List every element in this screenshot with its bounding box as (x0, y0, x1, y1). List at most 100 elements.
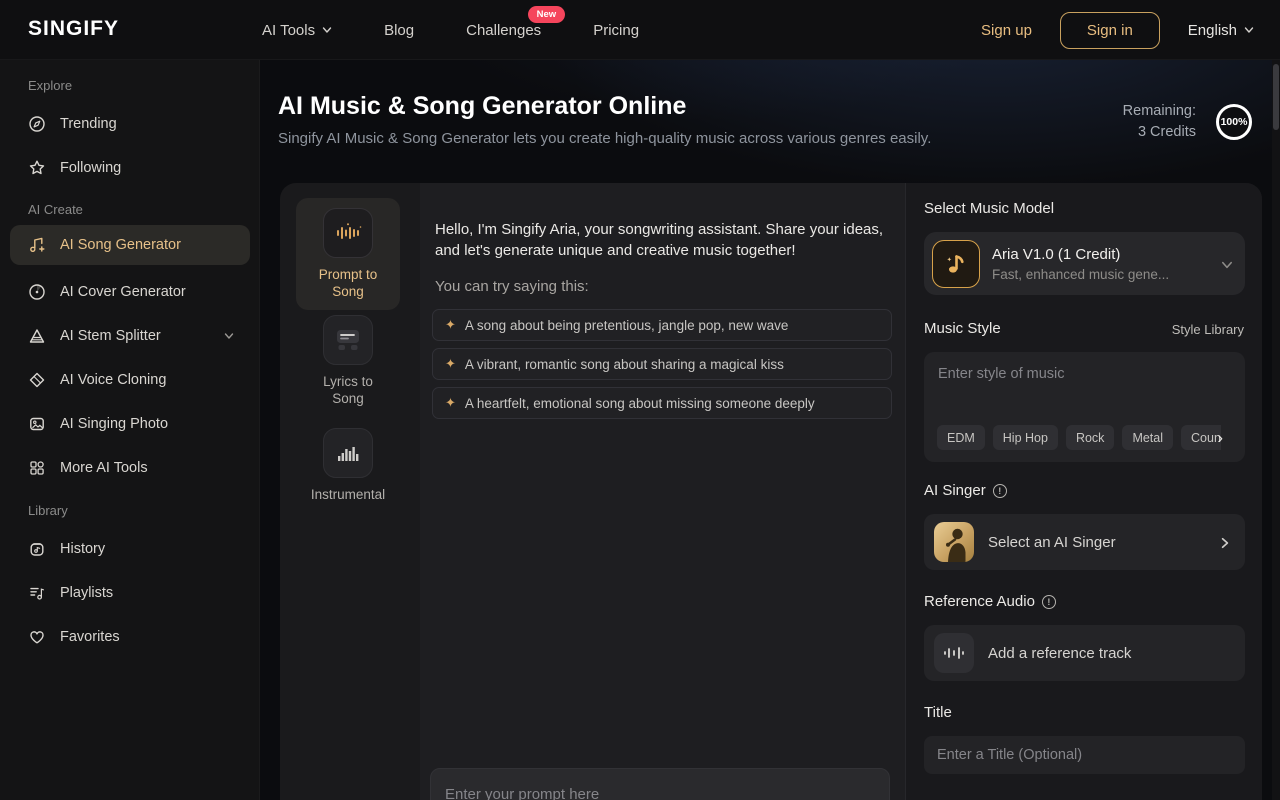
playlist-icon (28, 584, 46, 602)
singer-avatar-icon (934, 522, 974, 562)
sidebar-item-trending[interactable]: Trending (10, 106, 250, 142)
top-nav: SINGIFY AI Tools Blog Challenges New Pri… (0, 0, 1280, 60)
style-input-box: EDM Hip Hop Rock Metal Country › (924, 352, 1245, 462)
page-scrollbar[interactable] (1272, 60, 1280, 800)
style-tag[interactable]: Country (1181, 425, 1221, 450)
credits-value: 3 Credits (1123, 122, 1196, 143)
credits-progress-ring: 100% (1216, 104, 1252, 140)
tab-instrumental[interactable]: Instrumental (296, 428, 400, 503)
prompt-input[interactable] (431, 769, 889, 800)
try-saying-label: You can try saying this: (435, 278, 589, 295)
settings-panel: Select Music Model Aria V1.0 (1 Credit) … (905, 183, 1262, 800)
heart-icon (28, 628, 46, 646)
signup-link[interactable]: Sign up (981, 22, 1032, 39)
logo[interactable]: SINGIFY (28, 17, 119, 41)
page-subtitle: Singify AI Music & Song Generator lets y… (278, 130, 931, 147)
sparkle-icon: ✦ (445, 356, 456, 372)
equalizer-icon (323, 428, 373, 478)
suggestion-item[interactable]: ✦ A heartfelt, emotional song about miss… (432, 387, 892, 419)
chevron-down-icon (1244, 25, 1254, 35)
photo-icon (28, 415, 46, 433)
nav-ai-tools[interactable]: AI Tools (262, 22, 332, 39)
style-tag[interactable]: Hip Hop (993, 425, 1058, 450)
style-tag-list: EDM Hip Hop Rock Metal Country (937, 425, 1221, 450)
sidebar-item-playlists[interactable]: Playlists (10, 575, 250, 611)
page-title: AI Music & Song Generator Online (278, 92, 686, 121)
style-tag[interactable]: Rock (1066, 425, 1114, 450)
generator-panel: Prompt to Song Lyrics to Song Instrument… (280, 183, 1262, 800)
scrollbar-thumb[interactable] (1273, 64, 1279, 130)
sidebar-item-ai-singing-photo[interactable]: AI Singing Photo (10, 406, 250, 442)
tab-label: Prompt to Song (296, 266, 400, 300)
chevron-down-icon (322, 25, 332, 35)
tab-label: Instrumental (296, 486, 400, 503)
model-name: Aria V1.0 (1 Credit) (992, 246, 1209, 263)
chat-area: Hello, I'm Singify Aria, your songwritin… (420, 183, 905, 800)
lyrics-icon (323, 315, 373, 365)
credits-remaining: Remaining: 3 Credits (1123, 101, 1196, 143)
remaining-label: Remaining: (1123, 101, 1196, 122)
info-icon[interactable]: ! (993, 484, 1007, 498)
stem-splitter-icon (28, 327, 46, 345)
compass-icon (28, 115, 46, 133)
grid-icon (28, 459, 46, 477)
style-input[interactable] (924, 352, 1245, 396)
model-section-label: Select Music Model (924, 200, 1054, 217)
music-note-plus-icon (28, 236, 46, 254)
reference-placeholder: Add a reference track (988, 645, 1229, 662)
sidebar-item-ai-voice-cloning[interactable]: AI Voice Cloning (10, 362, 250, 398)
title-input[interactable] (924, 736, 1245, 774)
model-icon (932, 240, 980, 288)
style-tag[interactable]: Metal (1122, 425, 1173, 450)
chevron-down-icon (224, 331, 234, 341)
music-model-select[interactable]: Aria V1.0 (1 Credit) Fast, enhanced musi… (924, 232, 1245, 295)
suggestion-item[interactable]: ✦ A vibrant, romantic song about sharing… (432, 348, 892, 380)
nav-right: Sign up Sign in English (981, 0, 1254, 60)
info-icon[interactable]: ! (1042, 595, 1056, 609)
tab-label: Lyrics to Song (296, 373, 400, 407)
ai-singer-select[interactable]: Select an AI Singer (924, 514, 1245, 570)
sparkle-icon: ✦ (445, 317, 456, 333)
style-section-label: Music Style (924, 320, 1001, 337)
sidebar-item-history[interactable]: History (10, 531, 250, 567)
waveform-icon (323, 208, 373, 258)
reference-section-label: Reference Audio ! (924, 593, 1056, 610)
sidebar-item-ai-cover-generator[interactable]: AI Cover Generator (10, 274, 250, 310)
sparkle-icon: ✦ (445, 395, 456, 411)
singer-section-label: AI Singer ! (924, 482, 1007, 499)
tab-prompt-to-song[interactable]: Prompt to Song (296, 198, 400, 310)
section-ai-create: AI Create (28, 202, 83, 217)
sidebar-item-ai-stem-splitter[interactable]: AI Stem Splitter (10, 318, 250, 354)
chevron-right-icon (1219, 537, 1229, 547)
assistant-greeting: Hello, I'm Singify Aria, your songwritin… (435, 219, 887, 261)
sidebar-item-more-ai-tools[interactable]: More AI Tools (10, 450, 250, 486)
diamond-icon (28, 371, 46, 389)
style-library-link[interactable]: Style Library (1172, 322, 1244, 337)
language-label: English (1188, 22, 1237, 39)
history-icon (28, 540, 46, 558)
language-selector[interactable]: English (1188, 22, 1254, 39)
suggestion-item[interactable]: ✦ A song about being pretentious, jangle… (432, 309, 892, 341)
model-description: Fast, enhanced music gene... (992, 267, 1209, 282)
nav-pricing[interactable]: Pricing (593, 22, 639, 39)
nav-blog[interactable]: Blog (384, 22, 414, 39)
nav-ai-tools-label: AI Tools (262, 22, 315, 39)
model-texts: Aria V1.0 (1 Credit) Fast, enhanced musi… (992, 246, 1209, 282)
sidebar-item-favorites[interactable]: Favorites (10, 619, 250, 655)
tab-lyrics-to-song[interactable]: Lyrics to Song (296, 315, 400, 407)
reference-audio-add[interactable]: Add a reference track (924, 625, 1245, 681)
sidebar: Explore Trending Following AI Create AI … (0, 60, 260, 800)
chevron-right-icon[interactable]: › (1217, 428, 1223, 448)
sidebar-item-ai-song-generator[interactable]: AI Song Generator (10, 225, 250, 265)
style-tag[interactable]: EDM (937, 425, 985, 450)
signin-button[interactable]: Sign in (1060, 12, 1160, 49)
nav-links: AI Tools Blog Challenges New Pricing (262, 0, 639, 60)
nav-challenges[interactable]: Challenges New (466, 22, 541, 39)
vinyl-icon (28, 283, 46, 301)
sidebar-item-following[interactable]: Following (10, 150, 250, 186)
title-section-label: Title (924, 704, 952, 721)
new-badge: New (528, 6, 566, 23)
singer-placeholder: Select an AI Singer (988, 534, 1205, 551)
prompt-input-box (430, 768, 890, 800)
star-icon (28, 159, 46, 177)
